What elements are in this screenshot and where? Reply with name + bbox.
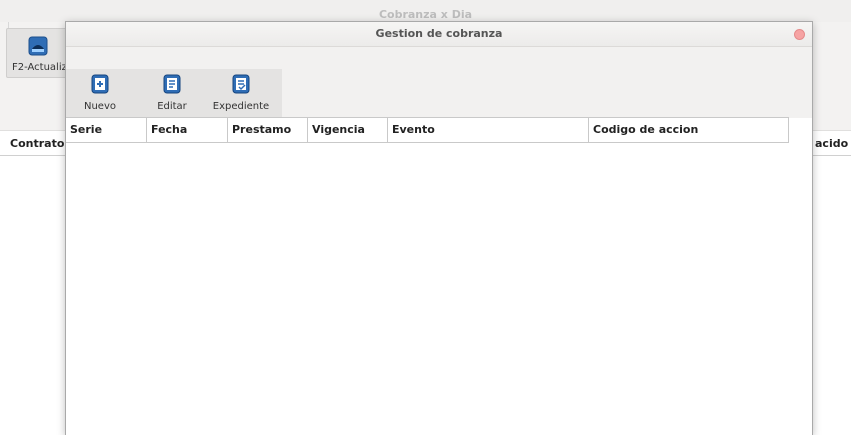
dialog-titlebar: Gestion de cobranza bbox=[66, 22, 812, 47]
editar-button[interactable]: Editar bbox=[146, 69, 198, 118]
toolbar-button-group: Nuevo Editar Expediente bbox=[66, 69, 282, 118]
dialog-toolbar: Nuevo Editar Expediente bbox=[66, 47, 812, 118]
parent-window-title: Cobranza x Dia bbox=[378, 8, 473, 21]
column-vigencia[interactable]: Vigencia bbox=[308, 118, 388, 142]
column-serie[interactable]: Serie bbox=[66, 118, 147, 142]
column-evento[interactable]: Evento bbox=[388, 118, 589, 142]
gestion-cobranza-dialog: Gestion de cobranza Nuevo Editar Expedie… bbox=[65, 21, 813, 435]
parent-column-contrato[interactable]: Contrato bbox=[10, 137, 64, 150]
parent-column-partial[interactable]: acido bbox=[815, 137, 848, 150]
dialog-title: Gestion de cobranza bbox=[375, 27, 503, 40]
new-document-icon bbox=[91, 74, 109, 94]
expediente-button[interactable]: Expediente bbox=[206, 69, 276, 118]
expediente-label: Expediente bbox=[212, 101, 270, 112]
grid-body[interactable] bbox=[66, 143, 812, 435]
close-icon[interactable] bbox=[794, 29, 805, 40]
refresh-button-label: F2-Actualiza bbox=[12, 62, 73, 73]
file-record-icon bbox=[232, 74, 250, 94]
column-prestamo[interactable]: Prestamo bbox=[228, 118, 308, 142]
nuevo-label: Nuevo bbox=[83, 101, 116, 112]
edit-document-icon bbox=[163, 74, 181, 94]
parent-titlebar: Cobranza x Dia bbox=[0, 0, 851, 22]
refresh-icon bbox=[28, 36, 48, 56]
column-fecha[interactable]: Fecha bbox=[147, 118, 228, 142]
nuevo-button[interactable]: Nuevo bbox=[74, 69, 126, 118]
editar-label: Editar bbox=[157, 101, 187, 112]
column-codigo-de-accion[interactable]: Codigo de accion bbox=[589, 118, 787, 142]
grid-header: Serie Fecha Prestamo Vigencia Evento Cod… bbox=[66, 117, 789, 143]
